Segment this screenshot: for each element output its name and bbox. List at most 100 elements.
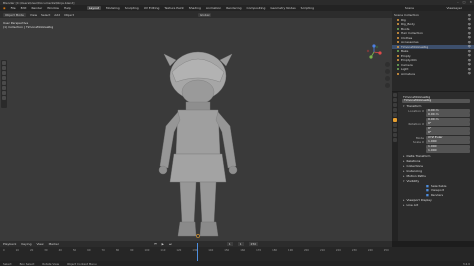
scale-tool-icon[interactable] xyxy=(2,81,6,85)
jump-start-icon[interactable]: ⏮ xyxy=(154,242,157,246)
measure-tool-icon[interactable] xyxy=(2,96,6,100)
move-tool-icon[interactable] xyxy=(2,71,6,75)
line-art-section[interactable]: ▸ Line Art xyxy=(400,202,474,207)
timeline-menu-marker[interactable]: Marker xyxy=(49,242,59,246)
scene-selector[interactable]: Scene xyxy=(405,6,414,10)
visibility-eye-icon[interactable]: 👁 xyxy=(468,23,471,26)
scene-properties-icon[interactable] xyxy=(393,108,397,112)
character-model[interactable] xyxy=(148,36,248,241)
mode-dropdown[interactable]: Object Mode xyxy=(3,12,26,17)
tab-sculpting[interactable]: Sculpting xyxy=(125,6,139,10)
select-tool-icon[interactable] xyxy=(2,61,6,65)
zoom-icon[interactable] xyxy=(385,62,390,67)
viewport-menu-object[interactable]: Object xyxy=(64,13,74,17)
minimize-icon[interactable]: – xyxy=(457,0,459,4)
camera-view-icon[interactable] xyxy=(385,76,390,81)
status-hint-box-select: Box Select xyxy=(19,261,35,266)
physics-properties-icon[interactable] xyxy=(393,128,397,132)
modifier-properties-icon[interactable] xyxy=(393,123,397,127)
perspective-toggle-icon[interactable] xyxy=(385,83,390,88)
object-type-icon xyxy=(397,54,399,57)
menu-window[interactable]: Window xyxy=(47,6,59,10)
object-name-field[interactable]: TimonaMobilesRig xyxy=(402,99,470,104)
object-properties-icon[interactable] xyxy=(393,118,397,122)
blender-logo-icon[interactable]: ◉ xyxy=(3,6,6,10)
visibility-eye-icon[interactable]: 👁 xyxy=(468,50,471,53)
visibility-eye-icon[interactable]: 👁 xyxy=(468,63,471,66)
location-z-field[interactable]: 0.00 m xyxy=(426,117,470,122)
start-frame-field[interactable]: 1 xyxy=(237,242,244,246)
timeline-tick-label: 30 xyxy=(44,249,48,252)
viewport-nav-buttons xyxy=(385,62,390,88)
tab-modeling[interactable]: Modeling xyxy=(106,6,120,10)
menu-edit[interactable]: Edit xyxy=(21,6,27,10)
cursor-tool-icon[interactable] xyxy=(2,66,6,70)
play-icon[interactable]: ▶ xyxy=(162,242,164,246)
checkbox-icon[interactable]: ■ xyxy=(426,184,429,188)
current-frame-field[interactable]: 1 xyxy=(226,242,233,246)
scale-z-field[interactable]: 1.000 xyxy=(426,149,470,154)
annotate-tool-icon[interactable] xyxy=(2,91,6,95)
tab-rendering[interactable]: Rendering xyxy=(226,6,241,10)
outliner-item[interactable]: Armature 👁 xyxy=(392,72,474,77)
tab-compositing[interactable]: Compositing xyxy=(247,6,266,10)
render-properties-icon[interactable] xyxy=(393,98,397,102)
transform-tool-icon[interactable] xyxy=(2,86,6,90)
end-frame-field[interactable]: 250 xyxy=(248,242,259,246)
menu-help[interactable]: Help xyxy=(64,6,71,10)
output-properties-icon[interactable] xyxy=(393,103,397,107)
object-type-icon xyxy=(397,23,399,26)
viewport-menu-add[interactable]: Add xyxy=(54,13,60,17)
visibility-eye-icon[interactable]: 👁 xyxy=(468,36,471,39)
pan-icon[interactable] xyxy=(385,69,390,74)
location-label: Location X xyxy=(408,108,424,113)
tab-layout[interactable]: Layout xyxy=(86,6,102,10)
maximize-icon[interactable]: □ xyxy=(463,0,466,4)
menu-render[interactable]: Render xyxy=(31,6,42,10)
viewport-menu-view[interactable]: View xyxy=(30,13,37,17)
timeline-tick-label: 150 xyxy=(224,249,230,252)
visibility-eye-icon[interactable]: 👁 xyxy=(468,32,471,35)
menu-file[interactable]: File xyxy=(11,6,16,10)
tab-uv-editing[interactable]: UV Editing xyxy=(144,6,160,10)
tab-texture-paint[interactable]: Texture Paint xyxy=(164,6,183,10)
visibility-eye-icon[interactable]: 👁 xyxy=(468,14,471,17)
tool-properties-icon[interactable] xyxy=(393,93,397,97)
tab-shading[interactable]: Shading xyxy=(189,6,201,10)
visibility-eye-icon[interactable]: 👁 xyxy=(468,72,471,75)
world-properties-icon[interactable] xyxy=(393,113,397,117)
transform-orientation-dropdown[interactable]: Global xyxy=(197,12,212,17)
visibility-eye-icon[interactable]: 👁 xyxy=(468,54,471,57)
playhead[interactable] xyxy=(197,243,198,261)
visibility-eye-icon[interactable]: 👁 xyxy=(468,18,471,21)
checkbox-icon[interactable]: ■ xyxy=(426,193,429,197)
3d-viewport[interactable]: User Perspective (1) Collection | Timona… xyxy=(0,18,392,241)
timeline-tick-label: 90 xyxy=(130,249,134,252)
checkbox-icon[interactable]: ■ xyxy=(426,188,429,192)
timeline-menu-playback[interactable]: Playback xyxy=(3,242,16,246)
rotation-label: Rotation X xyxy=(408,122,424,127)
visibility-eye-icon[interactable]: 👁 xyxy=(468,68,471,71)
tab-geometry-nodes[interactable]: Geometry Nodes xyxy=(270,6,295,10)
visibility-eye-icon[interactable]: 👁 xyxy=(468,45,471,48)
mode-label: Mode xyxy=(415,135,424,140)
visibility-eye-icon[interactable]: 👁 xyxy=(468,41,471,44)
tab-scripting[interactable]: Scripting xyxy=(301,6,314,10)
rotation-y-field[interactable]: 0° xyxy=(426,126,470,131)
visibility-eye-icon[interactable]: 👁 xyxy=(468,27,471,30)
timeline-menu-keying[interactable]: Keying xyxy=(21,242,31,246)
visibility-eye-icon[interactable]: 👁 xyxy=(468,59,471,62)
tab-animation[interactable]: Animation xyxy=(206,6,221,10)
data-properties-icon[interactable] xyxy=(393,138,397,142)
rotate-tool-icon[interactable] xyxy=(2,76,6,80)
close-icon[interactable]: ✕ xyxy=(469,0,472,4)
timeline-tick-label: 230 xyxy=(351,249,357,252)
status-hint-context: Object Context Menu xyxy=(67,261,97,266)
timeline-menu-view[interactable]: View xyxy=(36,242,43,246)
viewport-menu-select[interactable]: Select xyxy=(41,13,50,17)
rotation-x-field[interactable]: 0° xyxy=(426,122,470,127)
jump-end-icon[interactable]: ⏭ xyxy=(169,242,172,246)
constraint-properties-icon[interactable] xyxy=(393,133,397,137)
viewlayer-selector[interactable]: ViewLayer xyxy=(447,6,462,10)
navigation-gizmo[interactable] xyxy=(366,44,382,60)
